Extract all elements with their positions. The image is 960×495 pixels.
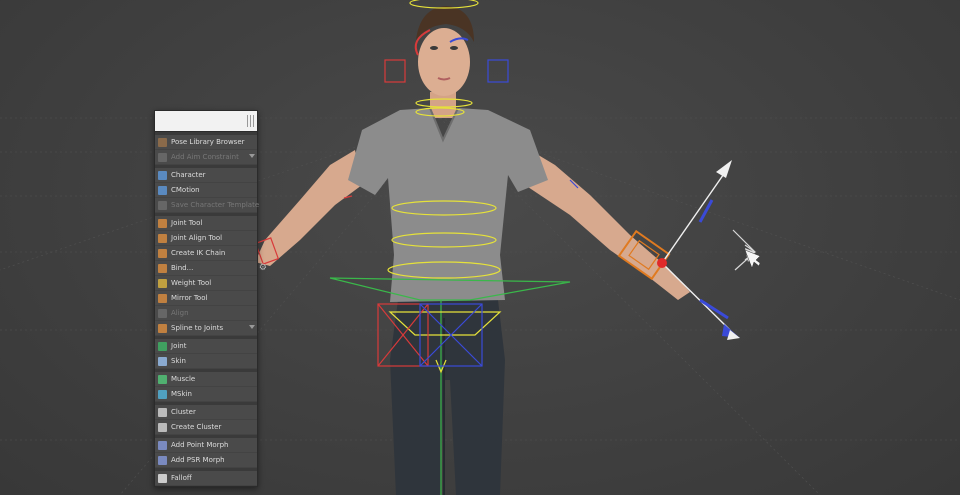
menu-item-pose-library-browser[interactable]: Pose Library Browser [155,135,257,150]
menu-item-spline-to-joints[interactable]: Spline to Joints [155,321,257,336]
menu-search-bar[interactable] [155,111,257,132]
menu-item-label: Create Cluster [171,423,222,431]
joint-align-icon [158,234,167,243]
joint-icon [158,342,167,351]
menu-item-label: Character [171,171,206,179]
weight-tool-icon [158,279,167,288]
manipulator-center[interactable] [657,258,667,268]
right-shoulder-controller[interactable] [487,59,509,83]
menu-item-label: Add PSR Morph [171,456,225,464]
move-manipulator[interactable] [657,160,761,340]
viewport-scene[interactable] [0,0,960,495]
menu-item-label: Skin [171,357,186,365]
menu-item-cluster[interactable]: Cluster [155,405,257,420]
menu-item-align: Align [155,306,257,321]
menu-item-label: Align [171,309,189,317]
y-axis-handle[interactable] [661,167,729,264]
menu-item-label: Joint Tool [171,219,203,227]
menu-item-muscle[interactable]: Muscle [155,372,257,387]
menu-item-bind[interactable]: Bind... ⚙ [155,261,267,276]
menu-item-joint-align-tool[interactable]: Joint Align Tool [155,231,257,246]
menu-item-add-psr-morph[interactable]: Add PSR Morph [155,453,257,468]
spline-joints-icon [158,324,167,333]
menu-item-label: Save Character Template [171,201,260,209]
menu-item-label: Mirror Tool [171,294,208,302]
menu-item-cmotion[interactable]: CMotion [155,183,257,198]
grip-handle-icon[interactable] [247,115,255,127]
menu-item-weight-tool[interactable]: Weight Tool [155,276,257,291]
right-arm [525,150,690,300]
left-shoulder-controller[interactable] [384,59,406,83]
ik-chain-icon [158,249,167,258]
aim-constraint-icon [158,153,167,162]
menu-item-joint-tool[interactable]: Joint Tool [155,216,257,231]
menu-item-label: Pose Library Browser [171,138,245,146]
menu-group: Joint Skin [155,336,257,369]
bind-icon [158,264,167,273]
pose-library-icon [158,138,167,147]
t-shirt [348,108,548,302]
muscle-icon [158,375,167,384]
eye-right [450,46,458,50]
menu-item-skin[interactable]: Skin [155,354,257,369]
eye-left [430,46,438,50]
z-axis-handle[interactable] [661,262,731,331]
menu-item-falloff[interactable]: Falloff [155,471,257,486]
menu-item-create-cluster[interactable]: Create Cluster [155,420,257,435]
menu-item-label: Add Aim Constraint [171,153,239,161]
mskin-icon [158,390,167,399]
save-template-icon [158,201,167,210]
submenu-arrow-icon [249,154,255,158]
menu-groups: Pose Library Browser Add Aim Constraint Ch… [155,132,267,486]
menu-search-input[interactable] [155,111,247,131]
create-cluster-icon [158,423,167,432]
menu-group: Muscle MSkin [155,369,257,402]
menu-item-create-ik-chain[interactable]: Create IK Chain [155,246,257,261]
menu-item-label: CMotion [171,186,200,194]
cmotion-icon [158,186,167,195]
menu-item-label: Create IK Chain [171,249,226,257]
character-icon [158,171,167,180]
menu-item-label: Bind... [171,264,194,272]
align-icon [158,309,167,318]
menu-item-add-point-morph[interactable]: Add Point Morph [155,438,257,453]
gear-icon[interactable]: ⚙ [259,261,267,275]
rotation-indicator-2 [699,298,729,320]
menu-item-save-character-template: Save Character Template [155,198,260,213]
joint-tool-icon [158,219,167,228]
menu-item-mirror-tool[interactable]: Mirror Tool [155,291,257,306]
menu-item-label: Cluster [171,408,196,416]
menu-group: Pose Library Browser Add Aim Constraint [155,132,257,165]
menu-item-label: Joint Align Tool [171,234,223,242]
menu-item-character[interactable]: Character [155,168,257,183]
character-menu-popup[interactable]: Pose Library Browser Add Aim Constraint Ch… [154,110,267,487]
menu-group: Add Point Morph Add PSR Morph [155,435,257,468]
skin-icon [158,357,167,366]
menu-item-label: Falloff [171,474,192,482]
character-model[interactable] [255,6,690,495]
menu-item-label: Muscle [171,375,196,383]
point-morph-icon [158,441,167,450]
menu-item-label: MSkin [171,390,192,398]
menu-item-joint[interactable]: Joint [155,339,257,354]
left-arm [255,150,362,266]
menu-item-label: Spline to Joints [171,324,224,332]
menu-item-label: Joint [171,342,187,350]
menu-item-mskin[interactable]: MSkin [155,387,257,402]
cluster-icon [158,408,167,417]
menu-group: Character CMotion Save Character Template [155,165,260,213]
submenu-arrow-icon [249,325,255,329]
menu-group: Falloff [155,468,257,486]
menu-item-label: Weight Tool [171,279,212,287]
psr-morph-icon [158,456,167,465]
falloff-icon [158,474,167,483]
rotation-indicator [698,199,714,223]
menu-group: Joint Tool Joint Align Tool Create IK Chai… [155,213,267,336]
mirror-tool-icon [158,294,167,303]
menu-group: Cluster Create Cluster [155,402,257,435]
3d-viewport[interactable]: Pose Library Browser Add Aim Constraint Ch… [0,0,960,495]
menu-item-add-aim-constraint: Add Aim Constraint [155,150,257,165]
menu-item-label: Add Point Morph [171,441,229,449]
y-axis-arrow[interactable] [716,160,732,178]
